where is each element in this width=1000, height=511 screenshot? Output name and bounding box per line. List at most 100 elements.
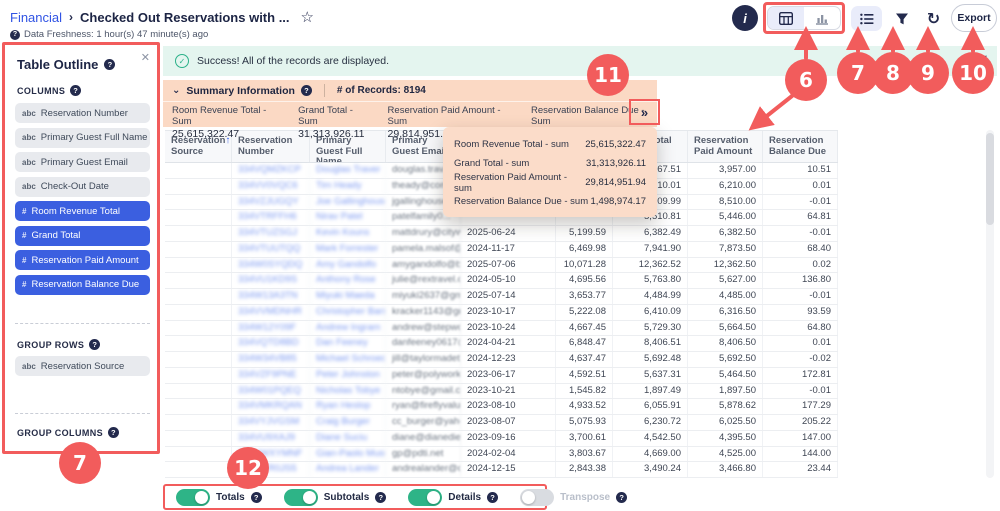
cell-guest-full-name[interactable]: Anthony Rose <box>310 273 386 288</box>
summary-expand-button[interactable]: » <box>641 106 648 119</box>
help-icon[interactable]: ? <box>251 492 262 503</box>
help-icon[interactable]: ? <box>104 59 115 70</box>
column-pill[interactable]: # Reservation Balance Due <box>15 275 150 295</box>
collapse-chevron-icon[interactable]: ⌄ <box>172 88 180 94</box>
cell-reservation-number[interactable]: 334W1R0JS5 <box>232 462 310 477</box>
cell-reservation-number[interactable]: 334W34VB85 <box>232 352 310 367</box>
help-icon[interactable]: ? <box>301 85 312 96</box>
cell-reservation-number[interactable]: 334VMKRQAN <box>232 399 310 414</box>
cell-guest-full-name[interactable]: Michael Schroeder <box>310 352 386 367</box>
table-row: 334VTUUTQQ Mark Forrester pamela.malsof@… <box>165 242 838 258</box>
favorite-star-icon[interactable]: ☆ <box>301 8 314 26</box>
cell-reservation-number[interactable]: 334VV0VQC6 <box>232 179 310 194</box>
table-view-button[interactable] <box>768 7 804 29</box>
help-icon[interactable]: ? <box>487 492 498 503</box>
scrollbar-thumb[interactable] <box>986 133 994 225</box>
toggle-switch[interactable] <box>408 489 442 506</box>
table-row: 334VTUZSGJ Kevin Kouns mattdrury@cityw..… <box>165 226 838 242</box>
info-icon[interactable]: i <box>732 5 758 31</box>
success-banner-text: Success! All of the records are displaye… <box>197 55 389 67</box>
help-icon[interactable]: ? <box>70 85 81 96</box>
cell-guest-full-name[interactable]: Mark Forrester <box>310 242 386 257</box>
summary-popup: Room Revenue Total - sum 25,615,322.47 G… <box>443 127 657 217</box>
refresh-button[interactable]: ↻ <box>919 6 948 31</box>
cell-guest-full-name[interactable]: Gian-Paolo Musu... <box>310 447 386 462</box>
filter-button[interactable] <box>888 6 916 31</box>
cell-reservation-source <box>165 258 232 273</box>
cell-guest-full-name[interactable]: Nirav Patel <box>310 210 386 225</box>
cell-guest-full-name[interactable]: Christopher Barsel <box>310 305 386 320</box>
chart-view-button[interactable] <box>804 7 840 29</box>
group-row-pill[interactable]: abc Reservation Source <box>15 356 150 376</box>
column-pill[interactable]: # Grand Total <box>15 226 150 246</box>
cell-guest-full-name[interactable]: Craig Burger <box>310 415 386 430</box>
cell-reservation-number[interactable]: 334VU9XAJ9 <box>232 431 310 446</box>
cell-guest-full-name[interactable]: Amy Gandolfo <box>310 258 386 273</box>
cell-guest-full-name[interactable]: Dan Feeney <box>310 336 386 351</box>
cell-guest-full-name[interactable]: Andrea Lander <box>310 462 386 477</box>
column-header-reservation-paid-amount[interactable]: Reservation Paid Amount <box>688 131 763 162</box>
column-header-reservation-balance-due[interactable]: Reservation Balance Due <box>763 131 838 162</box>
cell-reservation-number[interactable]: 334VTUUTQQ <box>232 242 310 257</box>
toggle-switch[interactable] <box>176 489 210 506</box>
cell-guest-full-name[interactable]: Ryan Heslop <box>310 399 386 414</box>
cell-guest-full-name[interactable]: Joe Gallinghouse <box>310 195 386 210</box>
cell-guest-full-name[interactable]: Diane Suciu <box>310 431 386 446</box>
cell-guest-full-name[interactable]: Tim Heady <box>310 179 386 194</box>
help-icon[interactable]: ? <box>108 427 119 438</box>
help-icon[interactable]: ? <box>616 492 627 503</box>
cell-guest-full-name[interactable]: Nicholas Tobye <box>310 384 386 399</box>
cell-reservation-number[interactable]: 334VTRFFH6 <box>232 210 310 225</box>
toggle-switch[interactable] <box>520 489 554 506</box>
cell-reservation-number[interactable]: 334VU1KD9S <box>232 273 310 288</box>
table-outline-toggle-button[interactable] <box>851 6 882 31</box>
cell-reservation-number[interactable]: 334VQMZKCP <box>232 163 310 178</box>
cell-room-revenue-total: 6,469.98 <box>556 242 613 257</box>
panel-close-icon[interactable]: ✕ <box>141 51 150 64</box>
export-button[interactable]: Export <box>951 4 997 32</box>
cell-guest-full-name[interactable]: Kevin Kouns <box>310 226 386 241</box>
column-pill[interactable]: # Reservation Paid Amount <box>15 250 150 270</box>
cell-reservation-balance-due: 93.59 <box>763 305 838 320</box>
cell-guest-full-name[interactable]: Miyuki Maeda <box>310 289 386 304</box>
cell-reservation-number[interactable]: 334VZJUGQY <box>232 195 310 210</box>
cell-room-revenue-total: 3,653.77 <box>556 289 613 304</box>
table-row: 334W34VB85 Michael Schroeder jill@taylor… <box>165 352 838 368</box>
help-icon[interactable]: ? <box>375 492 386 503</box>
column-pill[interactable]: abc Reservation Number <box>15 103 150 123</box>
vertical-scrollbar[interactable] <box>986 130 994 478</box>
column-pill[interactable]: abc Primary Guest Email <box>15 152 150 172</box>
cell-check-out-date: 2024-12-15 <box>461 462 556 477</box>
cell-reservation-number[interactable]: 334VWXYMNF <box>232 447 310 462</box>
column-pill[interactable]: abc Primary Guest Full Name <box>15 128 150 148</box>
banner-close-icon[interactable]: ✕ <box>980 54 988 65</box>
help-icon[interactable]: ? <box>10 30 20 40</box>
cell-grand-total: 4,669.00 <box>613 447 688 462</box>
cell-guest-full-name[interactable]: Douglas Traver <box>310 163 386 178</box>
cell-reservation-source <box>165 289 232 304</box>
cell-grand-total: 6,055.91 <box>613 399 688 414</box>
cell-grand-total: 3,490.24 <box>613 462 688 477</box>
cell-reservation-number[interactable]: 334VVMDNHR <box>232 305 310 320</box>
help-icon[interactable]: ? <box>89 339 100 350</box>
field-type-icon: abc <box>22 158 36 167</box>
cell-reservation-balance-due: 23.44 <box>763 462 838 477</box>
column-pill[interactable]: # Room Revenue Total <box>15 201 150 221</box>
toggle-switch[interactable] <box>284 489 318 506</box>
cell-reservation-number[interactable]: 334W13A3TN <box>232 289 310 304</box>
cell-reservation-balance-due: 172.81 <box>763 368 838 383</box>
cell-reservation-number[interactable]: 334VYJVGSM <box>232 415 310 430</box>
breadcrumb-section-link[interactable]: Financial <box>10 10 62 25</box>
divider <box>324 84 325 97</box>
cell-reservation-number[interactable]: 334W12Y09F <box>232 321 310 336</box>
cell-reservation-source <box>165 226 232 241</box>
cell-guest-full-name[interactable]: Andrew Ingram <box>310 321 386 336</box>
column-pill[interactable]: abc Check-Out Date <box>15 177 150 197</box>
cell-reservation-number[interactable]: 334VTUZSGJ <box>232 226 310 241</box>
cell-reservation-number[interactable]: 334W0SYQDQ <box>232 258 310 273</box>
cell-reservation-number[interactable]: 334VZF9PNE <box>232 368 310 383</box>
cell-grand-total: 6,382.49 <box>613 226 688 241</box>
cell-reservation-number[interactable]: 334W01PQEQ <box>232 384 310 399</box>
cell-guest-full-name[interactable]: Peter Johnston <box>310 368 386 383</box>
cell-reservation-number[interactable]: 334VQTD8BD <box>232 336 310 351</box>
